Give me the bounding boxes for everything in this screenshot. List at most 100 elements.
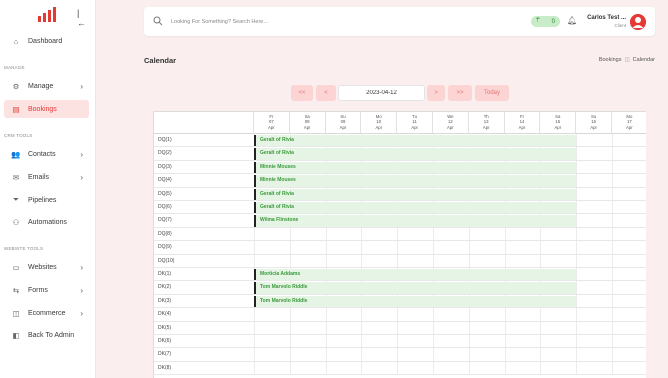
grid-divider — [397, 361, 399, 375]
section-label-manage: MANAGE — [4, 65, 25, 70]
day-header[interactable]: Sa 08 Apr — [289, 112, 326, 134]
grid-divider — [612, 174, 613, 187]
sidebar-item-automations[interactable]: ⚇ Automations — [4, 213, 89, 231]
sidebar-item-emails[interactable]: ✉ Emails › — [4, 168, 89, 186]
search-input[interactable] — [171, 15, 371, 28]
sidebar-item-label: Forms — [28, 286, 48, 294]
sidebar-item-pipelines[interactable]: ⏷ Pipelines — [4, 191, 89, 209]
grid-divider — [325, 308, 327, 321]
section-label-website: WEBSITE TOOLS — [4, 246, 44, 251]
grid-divider — [576, 160, 578, 174]
grid-divider — [612, 335, 613, 348]
grid-divider — [361, 348, 363, 361]
day-header-mon: Apr — [482, 124, 490, 130]
day-header[interactable]: Su 16 Apr — [576, 112, 612, 134]
grid-divider — [612, 160, 613, 174]
calendar-row: DK(7) — [154, 348, 646, 362]
grid-divider — [433, 241, 434, 254]
calendar-row: DQ(5) Geralt of Rivia — [154, 187, 646, 201]
grid-divider — [468, 227, 470, 241]
notification-badge[interactable]: ⍑ 0 — [531, 16, 560, 27]
mail-icon: ✉ — [12, 172, 20, 182]
date-field[interactable] — [338, 85, 425, 101]
breadcrumb-bookings[interactable]: Bookings — [599, 57, 622, 63]
grid-divider — [325, 254, 327, 267]
sidebar-item-websites[interactable]: ▭ Websites › — [4, 258, 89, 276]
calendar-grid: Fr 07 Apr Sa 08 Apr Su 09 Apr Mo 10 Apr Tu 11 Apr We 12 A… — [153, 111, 646, 378]
grid-divider — [325, 361, 327, 375]
grid-divider — [540, 241, 542, 254]
room-label: DQ(1) — [158, 137, 172, 143]
user-name[interactable]: Carlos Test ... — [584, 15, 626, 21]
day-header[interactable]: Fr 14 Apr — [504, 112, 541, 134]
grid-divider — [325, 348, 327, 361]
collapse-sidebar-icon[interactable]: |← — [77, 8, 87, 28]
gear-icon: ⚙ — [12, 81, 20, 91]
booking-event[interactable]: Geralt of Rivia — [254, 202, 576, 214]
day-header[interactable]: We 12 Apr — [433, 112, 469, 134]
grid-divider — [361, 254, 363, 267]
day-header[interactable]: Mo 17 Apr — [612, 112, 646, 134]
browser-icon: ▭ — [12, 262, 20, 272]
bell-icon[interactable]: 🔔︎ — [567, 16, 577, 25]
prev-month-button[interactable]: << — [291, 85, 313, 101]
breadcrumb: Bookings ◫ Calendar — [599, 57, 655, 63]
search-icon[interactable] — [153, 16, 163, 26]
calendar-row: DQ(2) Geralt of Rivia — [154, 147, 646, 161]
grid-divider — [361, 241, 363, 254]
grid-divider — [325, 321, 327, 334]
today-button[interactable]: Today — [475, 85, 509, 101]
grid-divider — [468, 348, 470, 361]
breadcrumb-calendar: Calendar — [632, 57, 655, 63]
day-header[interactable]: Sa 15 Apr — [540, 112, 577, 134]
day-header[interactable]: Tu 11 Apr — [397, 112, 433, 134]
day-header[interactable]: Mo 10 Apr — [361, 112, 398, 134]
day-header[interactable]: Fr 07 Apr — [254, 112, 290, 134]
avatar[interactable] — [630, 14, 646, 30]
sidebar-item-label: Ecommerce — [28, 309, 66, 317]
room-label: DK(7) — [158, 351, 172, 358]
day-header-mon: Apr — [447, 124, 454, 130]
room-label: DQ(2) — [158, 150, 172, 157]
sidebar-item-label: Manage — [28, 82, 54, 90]
sidebar-item-contacts[interactable]: 👥 Contacts › — [4, 145, 89, 163]
grid-divider — [433, 335, 434, 348]
booking-event[interactable]: Morticia Addams — [254, 269, 576, 281]
next-month-button[interactable]: >> — [448, 85, 472, 101]
room-label: DK(4) — [158, 311, 172, 318]
grid-divider — [612, 241, 613, 254]
grid-divider — [254, 254, 255, 267]
booking-event[interactable]: Tom Marvolo Riddle — [254, 282, 576, 294]
grid-divider — [576, 214, 578, 227]
booking-event[interactable]: Geralt of Rivia — [254, 148, 576, 160]
grid-divider — [254, 321, 255, 334]
sidebar-item-manage[interactable]: ⚙ Manage › — [4, 77, 89, 95]
grid-divider — [504, 348, 506, 361]
next-button[interactable]: > — [427, 85, 445, 101]
grid-divider — [254, 335, 255, 348]
chevron-right-icon: › — [80, 285, 83, 295]
booking-event[interactable]: Geralt of Rivia — [254, 135, 576, 147]
sidebar-item-forms[interactable]: ⇆ Forms › — [4, 281, 89, 299]
calendar-row: DQ(7) Wilma Flinstone — [154, 214, 646, 228]
sidebar-item-back-to-admin[interactable]: ◧ Back To Admin — [4, 326, 89, 344]
badge-count: 0 — [551, 18, 555, 25]
sidebar-item-ecommerce[interactable]: ◫ Ecommerce › — [4, 304, 89, 322]
prev-button[interactable]: < — [316, 85, 336, 101]
booking-event[interactable]: Wilma Flinstone — [254, 215, 576, 227]
users-icon: 👥 — [11, 149, 21, 159]
sidebar-item-dashboard[interactable]: ⌂ Dashboard — [4, 32, 89, 50]
grid-divider — [576, 254, 578, 267]
booking-event[interactable]: Minnie Mouses — [254, 175, 576, 187]
booking-event[interactable]: Minnie Mouses — [254, 161, 576, 174]
day-header[interactable]: Su 09 Apr — [325, 112, 362, 134]
booking-event[interactable]: Geralt of Rivia — [254, 188, 576, 200]
booking-event[interactable]: Tom Marvolo Riddle — [254, 295, 576, 308]
day-header-mon: Apr — [518, 124, 526, 130]
logo-bar-chart-icon[interactable] — [37, 7, 57, 22]
grid-divider — [289, 227, 291, 241]
room-label: DQ(10) — [158, 257, 175, 264]
day-header[interactable]: Th 13 Apr — [468, 112, 505, 134]
grid-divider — [433, 254, 434, 267]
sidebar-item-bookings[interactable]: ▤ Bookings — [4, 100, 89, 118]
